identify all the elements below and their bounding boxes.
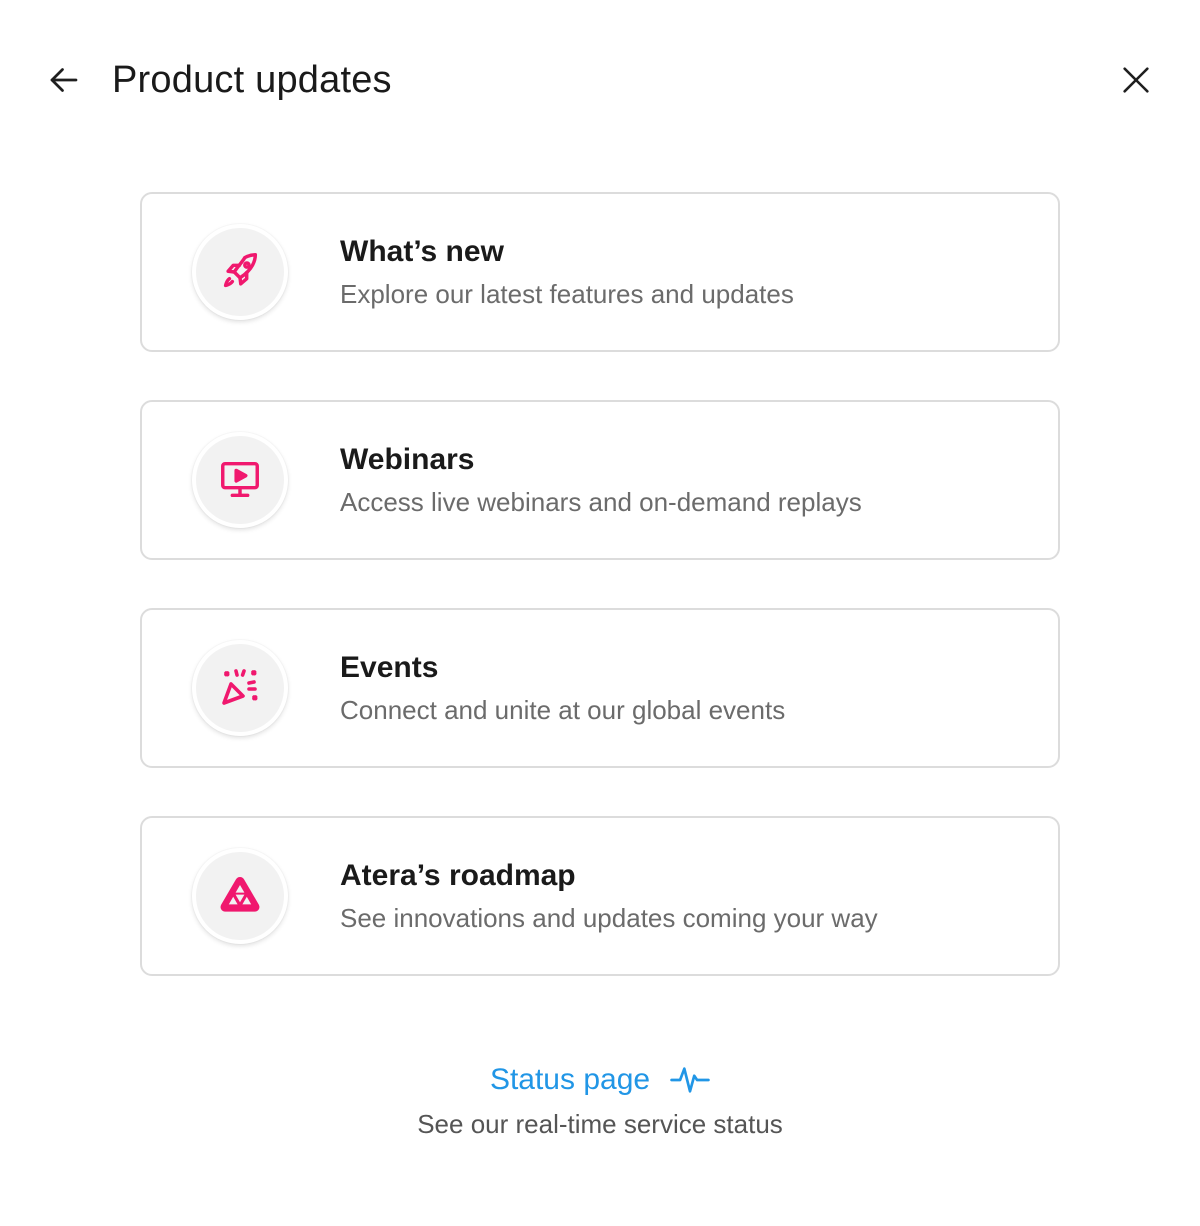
card-events[interactable]: Events Connect and unite at our global e… bbox=[140, 608, 1060, 768]
card-icon-wrapper bbox=[192, 640, 288, 736]
card-text: What’s new Explore our latest features a… bbox=[340, 232, 1038, 314]
close-button[interactable] bbox=[1112, 56, 1160, 104]
status-page-link[interactable]: Status page bbox=[490, 1058, 710, 1102]
card-webinars[interactable]: Webinars Access live webinars and on-dem… bbox=[140, 400, 1060, 560]
product-updates-panel: Product updates What’s new Explore our l… bbox=[0, 0, 1200, 1226]
close-icon bbox=[1123, 67, 1149, 93]
status-section: Status page See our real-time service st… bbox=[0, 1058, 1200, 1146]
monitor-play-icon bbox=[221, 461, 259, 498]
card-description: Explore our latest features and updates bbox=[340, 279, 794, 309]
header: Product updates bbox=[0, 0, 1200, 160]
arrow-left-icon bbox=[50, 68, 78, 92]
card-title: Atera’s roadmap bbox=[340, 859, 576, 892]
card-icon-wrapper bbox=[192, 432, 288, 528]
card-title: Events bbox=[340, 651, 439, 684]
card-title: Webinars bbox=[340, 443, 475, 476]
card-icon-wrapper bbox=[192, 224, 288, 320]
card-description: See innovations and updates coming your … bbox=[340, 903, 878, 933]
page-title: Product updates bbox=[112, 59, 392, 101]
card-whats-new[interactable]: What’s new Explore our latest features a… bbox=[140, 192, 1060, 352]
card-description: Connect and unite at our global events bbox=[340, 695, 786, 725]
pulse-icon bbox=[670, 1067, 710, 1093]
status-page-label: Status page bbox=[489, 1063, 651, 1096]
card-text: Webinars Access live webinars and on-dem… bbox=[340, 440, 1038, 522]
rocket-icon bbox=[223, 253, 258, 288]
atera-logo-icon bbox=[220, 877, 260, 912]
card-roadmap[interactable]: Atera’s roadmap See innovations and upda… bbox=[140, 816, 1060, 976]
card-text: Events Connect and unite at our global e… bbox=[340, 648, 1038, 730]
back-button[interactable] bbox=[40, 56, 88, 104]
card-icon-wrapper bbox=[192, 848, 288, 944]
card-description: Access live webinars and on-demand repla… bbox=[340, 487, 862, 517]
card-title: What’s new bbox=[340, 235, 504, 268]
card-text: Atera’s roadmap See innovations and upda… bbox=[340, 856, 1038, 938]
party-popper-icon bbox=[222, 669, 258, 705]
status-description: See our real-time service status bbox=[417, 1109, 783, 1139]
cards-list: What’s new Explore our latest features a… bbox=[140, 192, 1060, 1024]
